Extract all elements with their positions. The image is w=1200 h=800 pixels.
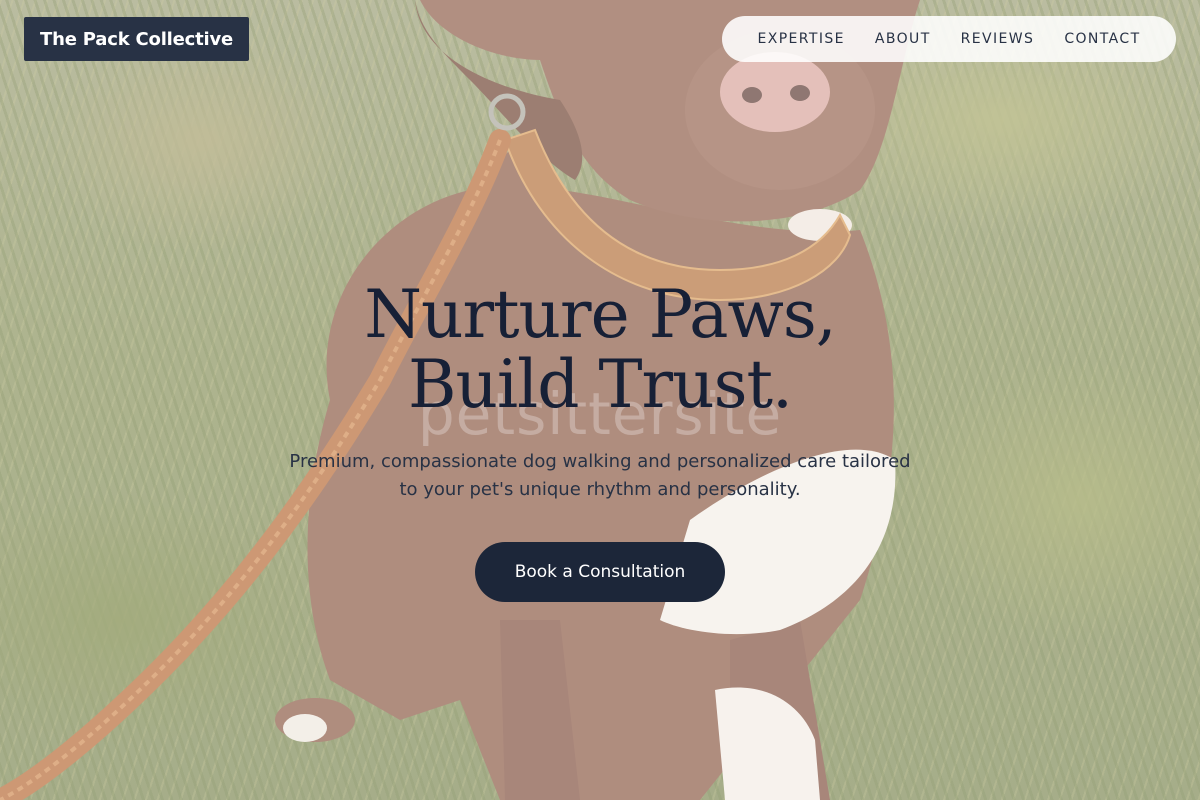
hero-headline: Nurture Paws, Build Trust. bbox=[0, 280, 1200, 420]
hero-section: petsittersite Nurture Paws, Build Trust.… bbox=[0, 0, 1200, 800]
hero-subtitle-line-2: to your pet's unique rhythm and personal… bbox=[399, 479, 801, 500]
hero-subtitle-line-1: Premium, compassionate dog walking and p… bbox=[289, 451, 911, 472]
book-consultation-button[interactable]: Book a Consultation bbox=[475, 542, 725, 602]
hero-headline-line-1: Nurture Paws, bbox=[364, 276, 837, 353]
hero-headline-line-2: Build Trust. bbox=[408, 346, 793, 423]
hero-subtitle: Premium, compassionate dog walking and p… bbox=[0, 448, 1200, 504]
